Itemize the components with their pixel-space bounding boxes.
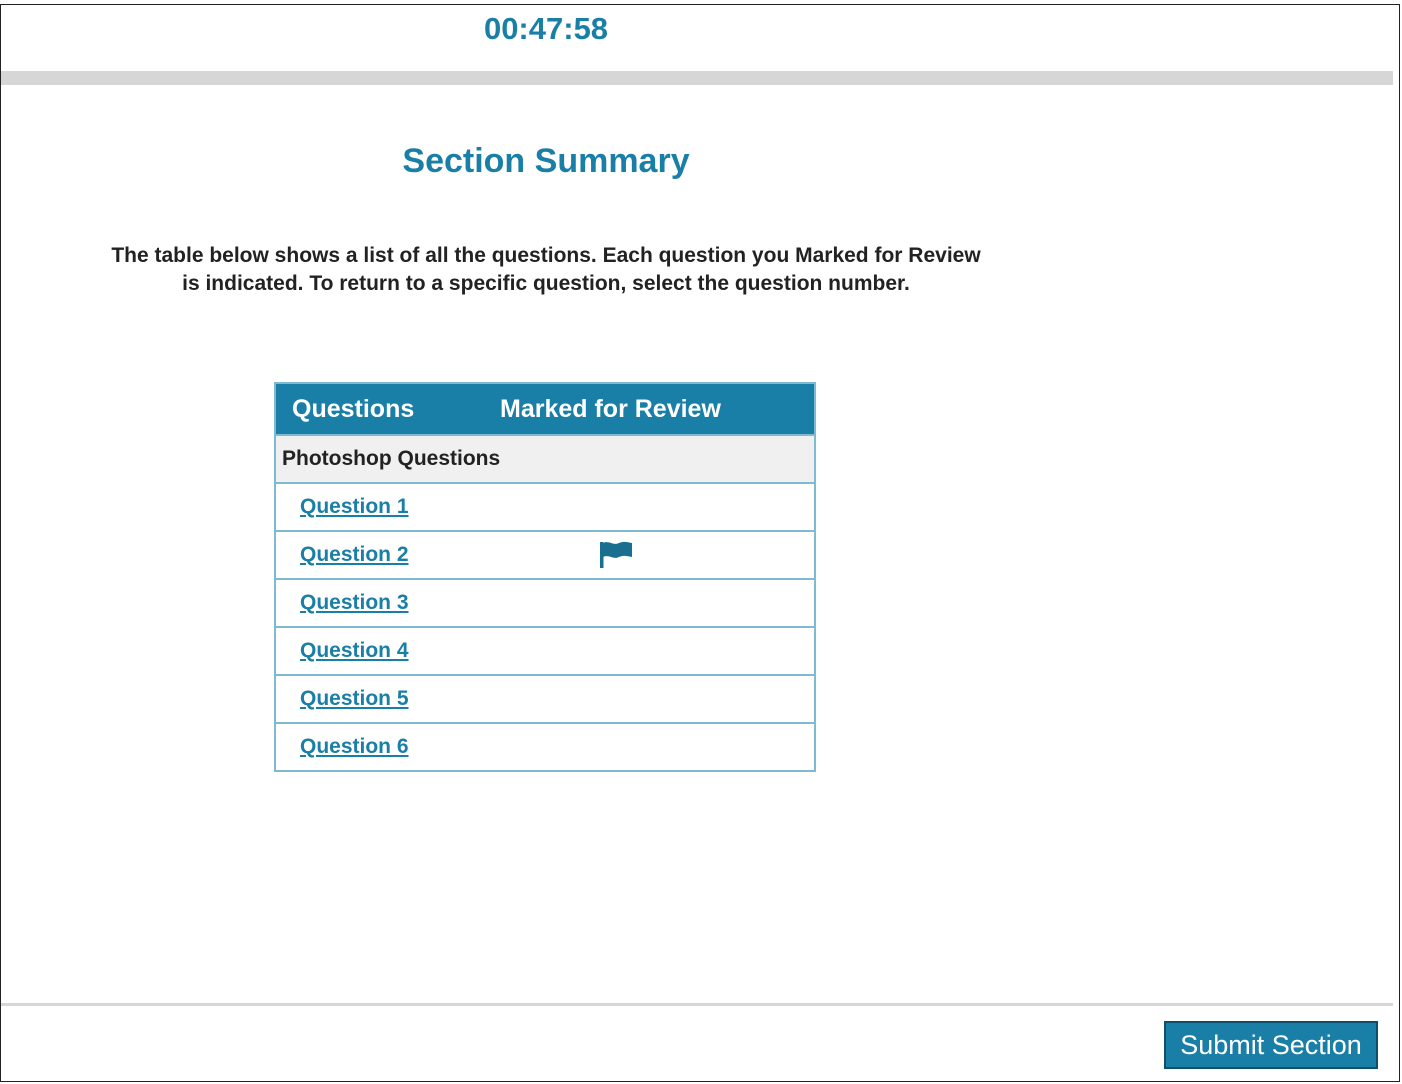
- header-questions: Questions: [292, 394, 415, 423]
- header-marked-for-review: Marked for Review: [500, 394, 721, 423]
- table-row: Question 2: [276, 532, 814, 580]
- header-divider: [1, 71, 1393, 85]
- question-3-link[interactable]: Question 3: [276, 591, 409, 615]
- table-row: Question 5: [276, 676, 814, 724]
- page-title: Section Summary: [402, 142, 690, 180]
- section-group-row: Photoshop Questions: [276, 434, 814, 484]
- flag-icon: [598, 540, 634, 570]
- question-1-link[interactable]: Question 1: [276, 495, 409, 519]
- question-6-link[interactable]: Question 6: [276, 735, 409, 759]
- submit-section-button[interactable]: Submit Section: [1164, 1021, 1378, 1069]
- table-row: Question 3: [276, 580, 814, 628]
- question-4-link[interactable]: Question 4: [276, 639, 409, 663]
- countdown-timer: 00:47:58: [483, 11, 609, 46]
- question-2-link[interactable]: Question 2: [276, 543, 409, 567]
- table-header: Questions Marked for Review: [276, 384, 814, 434]
- table-row: Question 1: [276, 484, 814, 532]
- instructions-text: The table below shows a list of all the …: [111, 244, 981, 295]
- section-group-label: Photoshop Questions: [282, 447, 501, 470]
- question-summary-table: Questions Marked for Review Photoshop Qu…: [274, 382, 816, 772]
- footer-divider: [1, 1003, 1393, 1006]
- table-row: Question 6: [276, 724, 814, 770]
- exam-window: 00:47:58 Section Summary The table below…: [0, 4, 1400, 1082]
- table-row: Question 4: [276, 628, 814, 676]
- question-5-link[interactable]: Question 5: [276, 687, 409, 711]
